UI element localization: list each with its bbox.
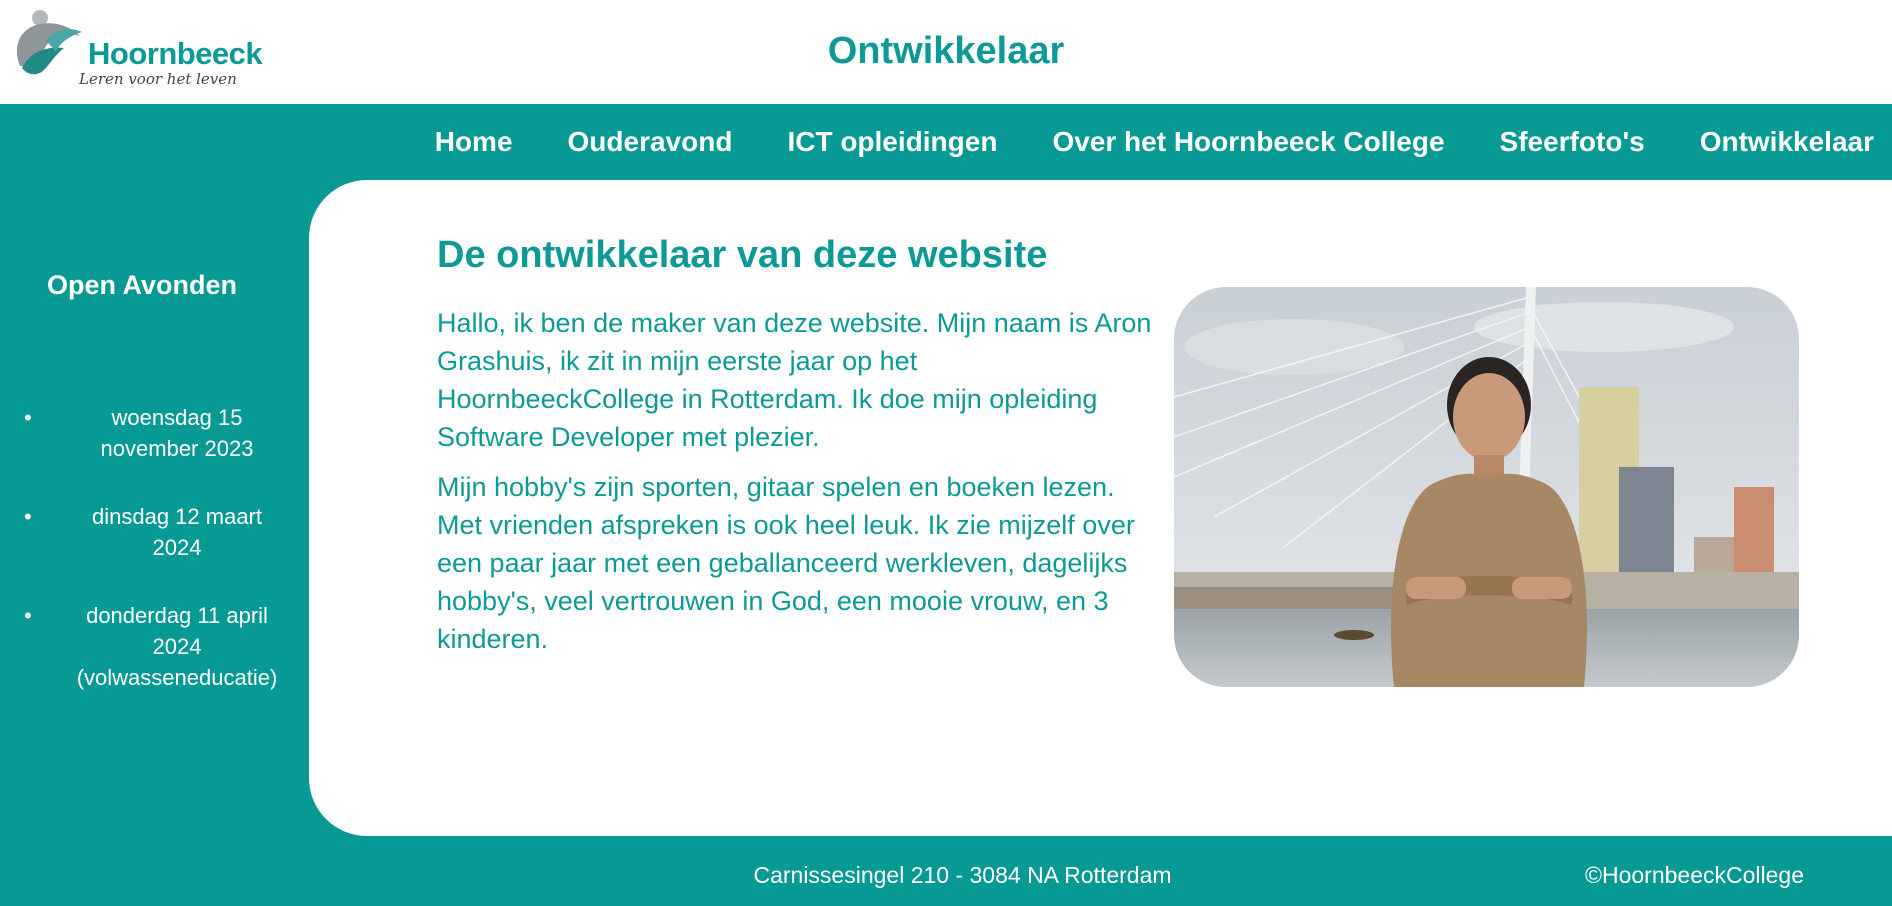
- event-line: dinsdag 12 maart: [92, 504, 262, 529]
- developer-photo: [1174, 287, 1799, 687]
- main-content: De ontwikkelaar van deze website Hallo, …: [309, 180, 1892, 836]
- nav-item-sfeerfotos[interactable]: Sfeerfoto's: [1500, 126, 1645, 158]
- event-line: donderdag 11 april: [86, 603, 268, 628]
- main-nav: Home Ouderavond ICT opleidingen Over het…: [435, 104, 1874, 180]
- event-line: woensdag 15: [111, 405, 243, 430]
- bullet-icon: •: [24, 603, 32, 628]
- content-title: De ontwikkelaar van deze website: [437, 234, 1048, 276]
- page: Hoornbeeck Leren voor het leven Ontwikke…: [0, 0, 1892, 906]
- sidebar-title: Open Avonden: [46, 270, 237, 300]
- event-line: 2024: [152, 634, 202, 659]
- nav-item-ontwikkelaar[interactable]: Ontwikkelaar: [1700, 126, 1874, 158]
- footer-copyright: ©HoornbeeckCollege: [1585, 862, 1804, 888]
- event-line: (volwasseneducatie): [76, 665, 278, 690]
- nav-item-over-hoornbeeck[interactable]: Over het Hoornbeeck College: [1052, 126, 1444, 158]
- bullet-icon: •: [24, 405, 32, 430]
- sidebar: Open Avonden • woensdag 15 november 2023…: [0, 180, 309, 836]
- event-line: november 2023: [100, 436, 254, 461]
- intro-paragraph: Hallo, ik ben de maker van deze website.…: [437, 308, 1152, 452]
- event-line: 2024: [152, 535, 202, 560]
- list-item: • woensdag 15 november 2023: [20, 402, 302, 464]
- list-item: • donderdag 11 april 2024 (volwasseneduc…: [20, 600, 302, 693]
- list-item: • dinsdag 12 maart 2024: [20, 501, 302, 563]
- developer-photo-image: [1174, 287, 1799, 687]
- hobby-paragraph: Mijn hobby's zijn sporten, gitaar spelen…: [437, 472, 1135, 654]
- nav-bar: Home Ouderavond ICT opleidingen Over het…: [0, 104, 1892, 180]
- content-text: Hallo, ik ben de maker van deze website.…: [437, 304, 1157, 670]
- page-title: Ontwikkelaar: [827, 30, 1065, 72]
- site-footer: Carnissesingel 210 - 3084 NA Rotterdam ©…: [0, 836, 1892, 906]
- site-header: Hoornbeeck Leren voor het leven Ontwikke…: [0, 0, 1892, 104]
- nav-item-home[interactable]: Home: [435, 126, 513, 158]
- nav-item-ouderavond[interactable]: Ouderavond: [568, 126, 733, 158]
- bullet-icon: •: [24, 504, 32, 529]
- open-evenings-list: • woensdag 15 november 2023 • dinsdag 12…: [20, 402, 302, 730]
- nav-item-ict-opleidingen[interactable]: ICT opleidingen: [787, 126, 997, 158]
